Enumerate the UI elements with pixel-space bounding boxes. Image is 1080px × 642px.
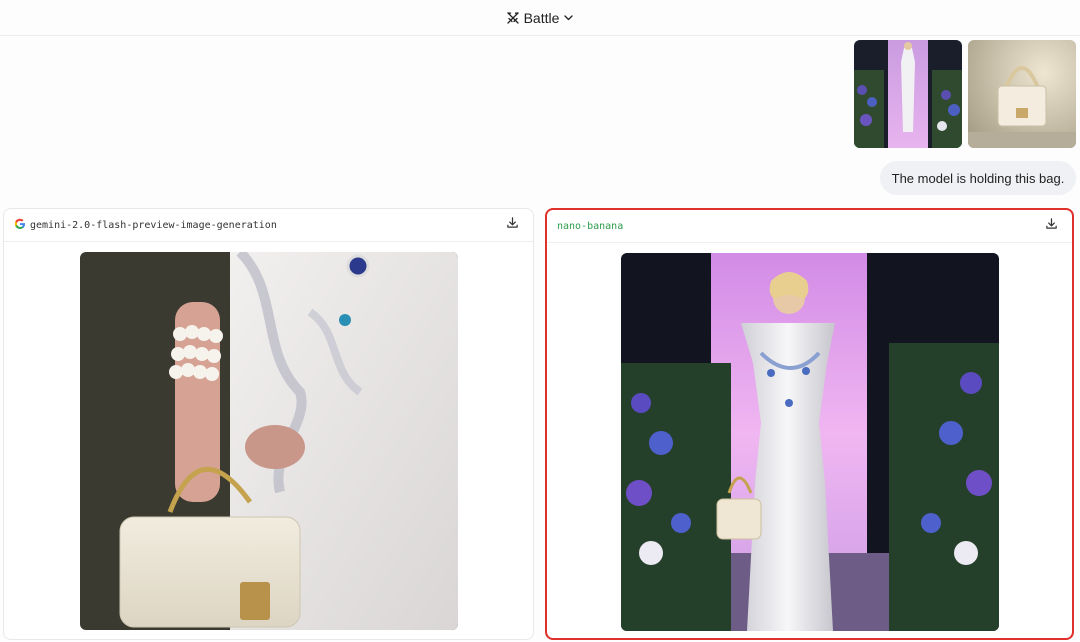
model-label: gemini-2.0-flash-preview-image-generatio… xyxy=(14,218,277,233)
google-logo-icon xyxy=(14,218,26,233)
generated-image[interactable] xyxy=(621,253,999,631)
user-attachment-handbag-image[interactable] xyxy=(968,40,1076,148)
user-message-bubble: The model is holding this bag. xyxy=(880,161,1076,195)
user-message-text: The model is holding this bag. xyxy=(891,170,1065,186)
response-panel-a: gemini-2.0-flash-preview-image-generatio… xyxy=(3,208,534,640)
mode-label: Battle xyxy=(523,9,560,26)
generated-image[interactable] xyxy=(80,252,458,630)
download-icon xyxy=(1045,217,1058,235)
mode-selector[interactable]: Battle xyxy=(506,10,575,26)
response-panel-b: nano-banana xyxy=(545,208,1074,640)
model-name-text: nano-banana xyxy=(557,220,624,232)
chevron-down-icon xyxy=(563,12,574,23)
top-bar: Battle xyxy=(0,0,1080,36)
user-attachment-runway-image[interactable] xyxy=(854,40,962,148)
response-header: gemini-2.0-flash-preview-image-generatio… xyxy=(4,209,533,242)
download-button[interactable] xyxy=(503,216,521,234)
response-header: nano-banana xyxy=(547,210,1072,243)
model-name-text: gemini-2.0-flash-preview-image-generatio… xyxy=(30,219,277,231)
model-label: nano-banana xyxy=(557,221,623,232)
swords-icon xyxy=(506,11,520,25)
download-icon xyxy=(506,216,519,234)
download-button[interactable] xyxy=(1042,217,1060,235)
